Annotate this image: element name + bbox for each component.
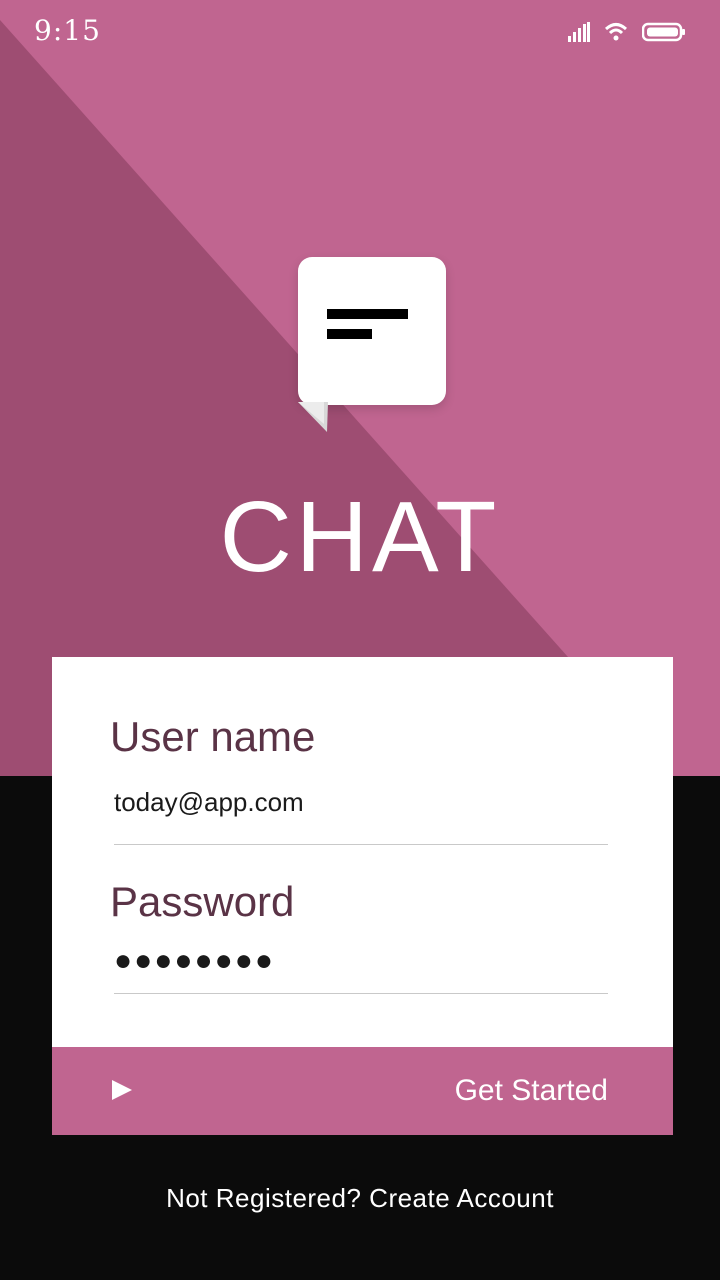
status-icons [568, 18, 686, 46]
status-time: 9:15 [34, 14, 101, 47]
play-arrow-icon [112, 1080, 132, 1100]
signal-icon [568, 22, 590, 42]
get-started-button[interactable]: Get Started [52, 1047, 673, 1135]
username-label: User name [110, 713, 316, 760]
create-account-link[interactable]: Not Registered? Create Account [0, 1183, 720, 1214]
battery-icon [642, 22, 685, 42]
status-bar: 9:15 [0, 0, 720, 62]
chat-bubble-tail [298, 402, 328, 432]
username-field[interactable]: today@app.com [114, 787, 304, 818]
password-label: Password [110, 878, 295, 925]
get-started-label: Get Started [454, 1074, 608, 1107]
logo-line-long [327, 309, 408, 319]
logo-line-short [327, 329, 372, 339]
password-field[interactable]: ●●●●●●●● [114, 944, 275, 978]
wifi-icon [604, 23, 628, 41]
username-underline [114, 844, 608, 845]
password-underline [114, 993, 608, 994]
app-title: CHAT [219, 481, 501, 593]
chat-bubble-icon [298, 257, 446, 405]
login-card: User name today@app.com Password ●●●●●●●… [52, 657, 673, 1047]
